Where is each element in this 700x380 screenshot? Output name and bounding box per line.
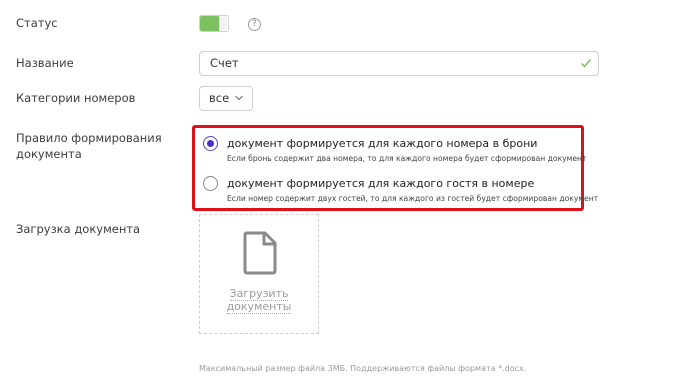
upload-button-label[interactable]: Загрузить документы (200, 287, 318, 314)
name-label: Название (16, 56, 74, 70)
toggle-on-fill (200, 16, 219, 31)
radio-option-hint: Если номер содержит двух гостей, то для … (227, 194, 599, 203)
upload-dropzone[interactable]: Загрузить документы (199, 214, 319, 334)
category-label: Категории номеров (16, 91, 136, 105)
document-rule-radio-group: документ формируется для каждого номера … (192, 125, 598, 211)
name-input[interactable]: Счет (199, 51, 599, 76)
question-circle-icon[interactable]: ? (248, 18, 261, 31)
upload-note: Максимальный размер файла 3МБ. Поддержив… (199, 364, 527, 373)
category-select[interactable]: все (199, 86, 253, 111)
file-icon (243, 231, 277, 275)
upload-label: Загрузка документа (16, 222, 141, 236)
radio-option-hint: Если бронь содержит два номера, то для к… (227, 154, 587, 163)
chevron-down-icon (235, 95, 243, 101)
radio-button-per-room[interactable] (203, 136, 218, 151)
status-toggle[interactable] (199, 15, 229, 32)
radio-button-per-guest[interactable] (203, 176, 218, 191)
toggle-knob (219, 17, 227, 30)
upload-button-line2: документы (226, 300, 292, 314)
status-label: Статус (16, 16, 58, 30)
radio-option-title: документ формируется для каждого номера … (227, 137, 538, 150)
document-rule-label: Правило формирования документа (16, 131, 162, 161)
upload-button-line1: Загрузить (229, 287, 289, 301)
category-select-value: все (209, 91, 230, 105)
radio-option-title: документ формируется для каждого гостя в… (227, 177, 535, 190)
name-input-value: Счет (210, 56, 239, 70)
checkmark-icon (580, 59, 592, 68)
